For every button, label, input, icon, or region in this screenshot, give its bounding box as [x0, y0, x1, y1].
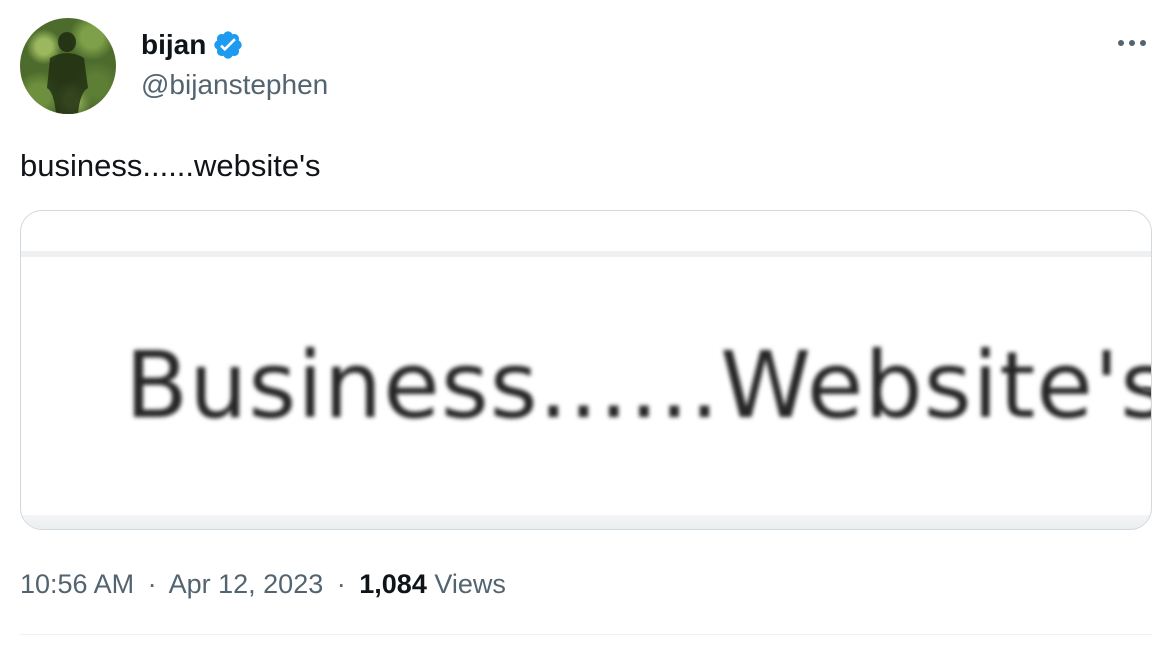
avatar[interactable] — [20, 18, 116, 114]
author-name-row[interactable]: bijan — [141, 28, 244, 62]
verified-badge-icon[interactable] — [212, 29, 244, 61]
bottom-divider — [20, 634, 1152, 635]
media-top-divider — [21, 251, 1151, 257]
author-display-name[interactable]: bijan — [141, 28, 206, 62]
views-count[interactable]: 1,084 — [359, 569, 427, 599]
meta-separator: · — [147, 569, 157, 599]
tweet-media-image[interactable]: Business......Website's — [20, 210, 1152, 530]
tweet-text: business......website's — [20, 148, 321, 183]
author-handle[interactable]: @bijanstephen — [141, 68, 328, 102]
meta-separator: · — [336, 569, 346, 599]
media-image-text: Business......Website's — [125, 332, 1152, 439]
avatar-silhouette-icon — [47, 32, 88, 114]
tweet-time[interactable]: 10:56 AM — [20, 569, 134, 599]
tweet-date[interactable]: Apr 12, 2023 — [169, 569, 324, 599]
more-options-icon[interactable] — [1112, 30, 1152, 54]
media-bottom-edge — [21, 515, 1151, 529]
tweet: bijan @bijanstephen business......websit… — [0, 0, 1176, 654]
views-label[interactable]: Views — [434, 569, 506, 599]
tweet-meta: 10:56 AM · Apr 12, 2023 · 1,084 Views — [20, 566, 506, 602]
media-cropped-mark — [1143, 387, 1151, 392]
